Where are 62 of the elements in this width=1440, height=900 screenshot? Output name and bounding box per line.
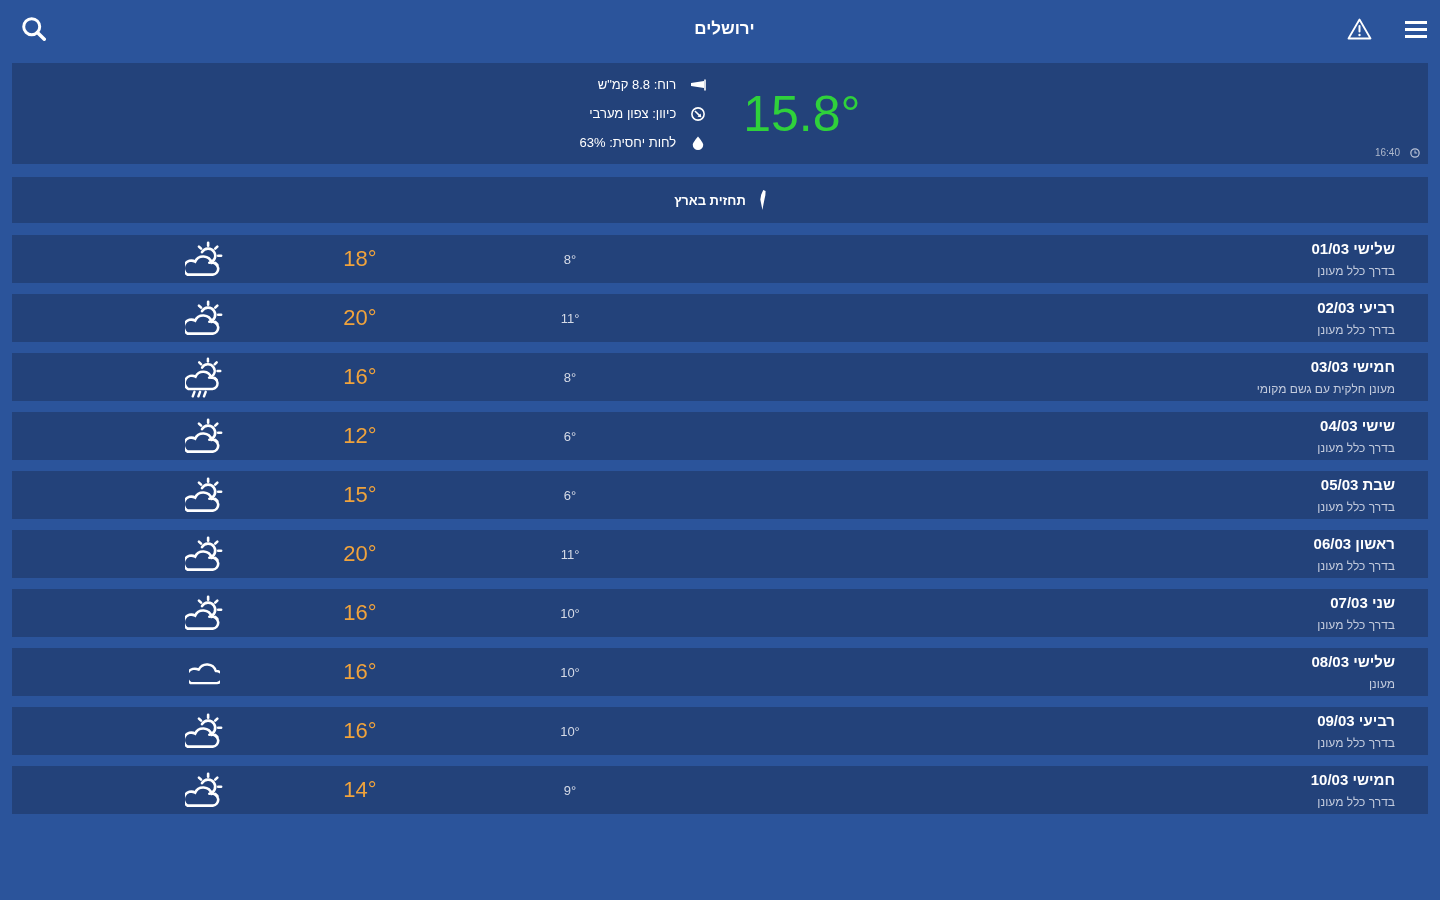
forecast-description: בדרך כלל מעונן — [1317, 557, 1395, 574]
max-temperature: 20° — [343, 305, 377, 331]
forecast-description: בדרך כלל מעונן — [1317, 616, 1395, 633]
city-title: ירושלים — [694, 19, 755, 39]
sun-cloud-rain-icon — [185, 356, 223, 398]
forecast-description: בדרך כלל מעונן — [1317, 734, 1395, 751]
day-date-title: שישי 04/03 — [1320, 416, 1395, 435]
min-temperature: 6° — [563, 487, 577, 503]
day-date-title: חמישי 10/03 — [1310, 770, 1395, 789]
max-temperature: 12° — [343, 423, 377, 449]
max-temperature: 20° — [343, 541, 377, 567]
day-date-title: ראשון 06/03 — [1313, 534, 1395, 553]
min-temperature: 8° — [563, 369, 577, 385]
sun-cloud-icon — [185, 772, 223, 808]
day-date-title: חמישי 03/03 — [1310, 357, 1395, 376]
sun-cloud-icon — [185, 536, 223, 572]
max-temperature: 16° — [343, 364, 377, 390]
max-temperature: 18° — [343, 246, 377, 272]
day-date-title: רביעי 09/03 — [1317, 711, 1395, 730]
day-date-title: שלישי 08/03 — [1311, 652, 1395, 671]
forecast-description: בדרך כלל מעונן — [1317, 498, 1395, 515]
weather-detail-text: רוח: 8.8 קמ"ש — [597, 77, 677, 92]
sun-cloud-icon — [185, 477, 223, 513]
min-temperature: 8° — [563, 251, 577, 267]
search-icon[interactable] — [22, 17, 46, 41]
day-date-title: שלישי 01/03 — [1311, 239, 1395, 258]
max-temperature: 16° — [343, 659, 377, 685]
forecast-description: בדרך כלל מעונן — [1317, 793, 1395, 810]
sun-cloud-icon — [185, 595, 223, 631]
day-date-title: שני 07/03 — [1330, 593, 1395, 612]
sun-cloud-icon — [185, 300, 223, 336]
forecast-description: בדרך כלל מעונן — [1317, 439, 1395, 456]
forecast-description: בדרך כלל מעונן — [1317, 262, 1395, 279]
min-temperature: 10° — [560, 605, 580, 621]
min-temperature: 9° — [563, 782, 577, 798]
min-temperature: 11° — [560, 546, 580, 562]
updated-time: 16:40 — [1374, 147, 1400, 158]
max-temperature: 14° — [343, 777, 377, 803]
sun-cloud-icon — [185, 241, 223, 277]
forecast-description: בדרך כלל מעונן — [1317, 321, 1395, 338]
min-temperature: 10° — [560, 723, 580, 739]
day-date-title: שבת 05/03 — [1320, 475, 1395, 494]
clock-icon — [1410, 147, 1420, 158]
weather-detail-text: כיוון: צפון מערבי — [589, 106, 677, 121]
max-temperature: 16° — [343, 718, 377, 744]
weather-detail-text: לחות יחסית: 63% — [579, 135, 677, 150]
menu-icon[interactable] — [1405, 20, 1427, 38]
min-temperature: 11° — [560, 310, 580, 326]
sun-cloud-icon — [185, 713, 223, 749]
max-temperature: 16° — [343, 600, 377, 626]
warning-icon[interactable] — [1347, 18, 1372, 40]
min-temperature: 6° — [563, 428, 577, 444]
windsock-icon — [690, 77, 707, 92]
forecast-description: מעונן חלקית עם גשם מקומי — [1256, 380, 1395, 397]
country-map-icon — [759, 190, 766, 210]
day-date-title: רביעי 02/03 — [1317, 298, 1395, 317]
min-temperature: 10° — [560, 664, 580, 680]
max-temperature: 15° — [343, 482, 377, 508]
current-temperature: 15.8° — [743, 88, 861, 139]
sun-cloud-icon — [185, 418, 223, 454]
forecast-description: מעונן — [1369, 675, 1395, 692]
country-forecast-button[interactable]: תחזית בארץ — [12, 177, 1428, 223]
